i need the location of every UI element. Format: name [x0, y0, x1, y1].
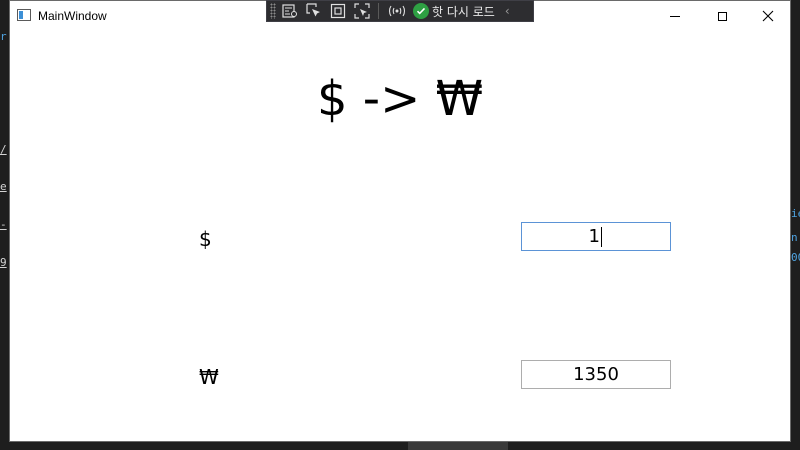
background-text-fragment: ie	[791, 207, 800, 220]
toolbar-separator	[378, 3, 379, 19]
xaml-debug-toolbar: 핫 다시 로드 ‹	[266, 0, 534, 22]
maximize-icon	[717, 11, 727, 21]
maximize-button[interactable]	[699, 1, 745, 31]
background-text-fragment: n	[791, 231, 798, 244]
hot-reload-label[interactable]: 핫 다시 로드	[432, 3, 495, 20]
main-window: MainWindow $ -> ₩ $ 1 ₩ 1350	[9, 0, 791, 442]
track-focus-icon[interactable]	[352, 2, 372, 20]
window-title: MainWindow	[38, 9, 107, 23]
app-icon	[17, 9, 31, 21]
display-layout-adorners-icon[interactable]	[328, 2, 348, 20]
usd-input-value: 1	[588, 226, 600, 247]
usd-input[interactable]: 1	[521, 222, 671, 251]
background-editor-left: r / e - 9	[0, 0, 9, 450]
krw-label: ₩	[199, 365, 219, 389]
binding-failures-icon[interactable]	[387, 2, 407, 20]
minimize-icon	[670, 15, 680, 17]
close-button[interactable]	[745, 1, 791, 31]
hot-reload-status-icon	[413, 3, 429, 19]
text-caret	[601, 226, 602, 247]
background-text-fragment: /	[0, 143, 7, 156]
collapse-chevron-icon[interactable]: ‹	[505, 4, 510, 18]
background-editor-right: ie n 00	[791, 0, 800, 450]
background-text-fragment: 9	[0, 256, 7, 269]
background-text-fragment: r	[0, 30, 7, 43]
page-title: $ -> ₩	[316, 71, 484, 127]
select-element-icon[interactable]	[304, 2, 324, 20]
background-text-fragment: e	[0, 180, 7, 193]
toolbar-grip[interactable]	[270, 3, 276, 19]
live-visual-tree-icon[interactable]	[280, 2, 300, 20]
background-text-fragment: 00	[791, 251, 800, 264]
usd-label: $	[199, 227, 212, 251]
minimize-button[interactable]	[652, 1, 698, 31]
krw-output-field[interactable]: 1350	[521, 360, 671, 389]
background-text-fragment: -	[0, 218, 7, 231]
close-icon	[762, 10, 774, 22]
background-taskbar-fragment	[408, 442, 508, 450]
